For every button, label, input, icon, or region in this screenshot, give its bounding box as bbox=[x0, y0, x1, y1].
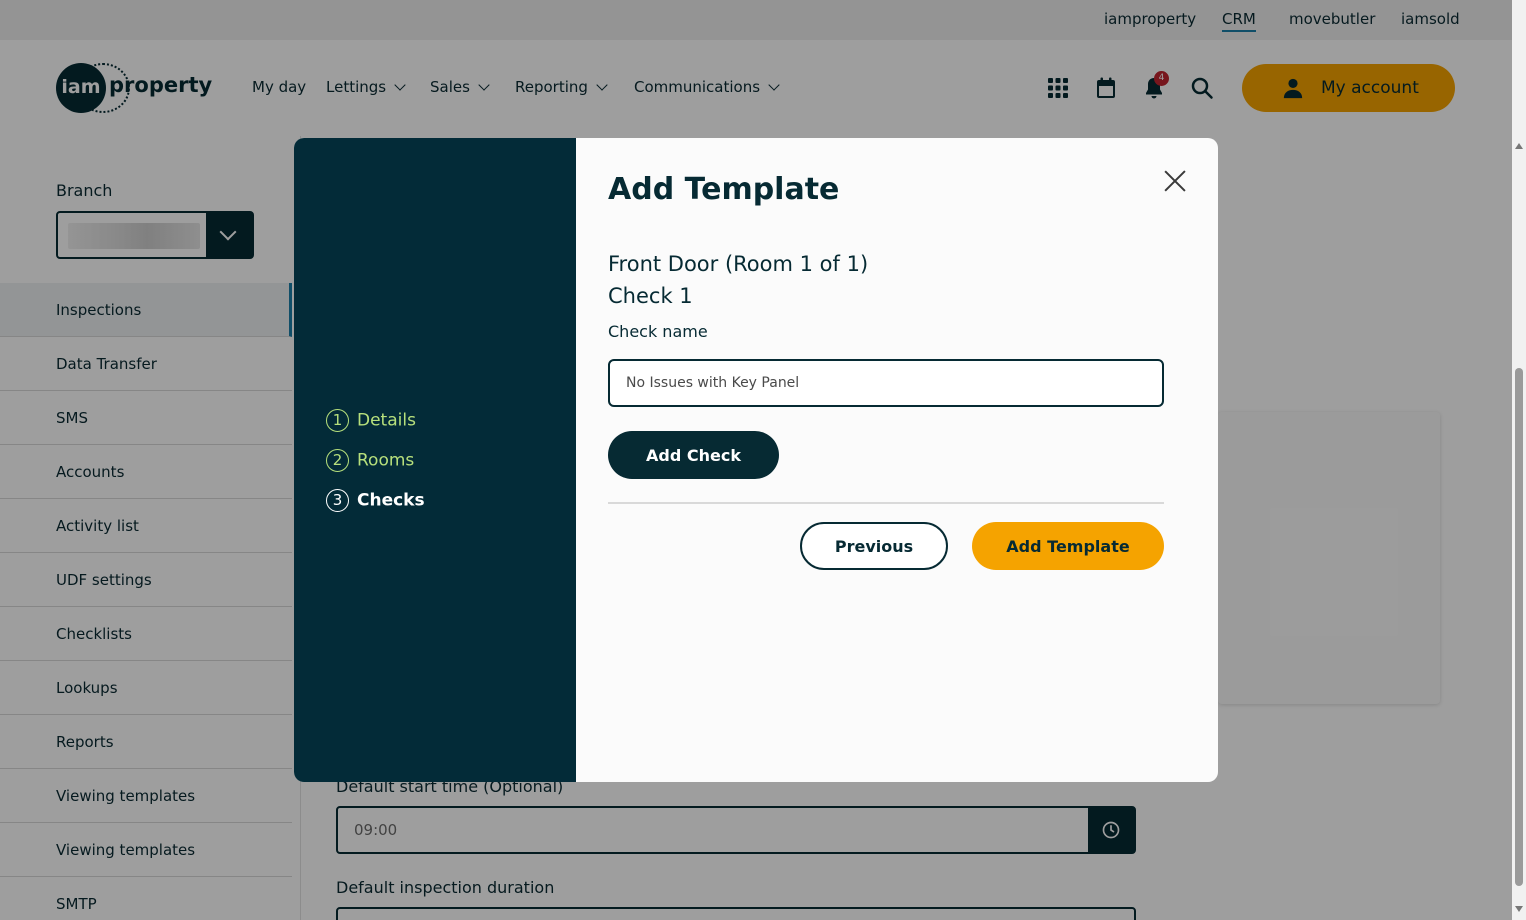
wizard-steps-panel: 1 Details 2 Rooms 3 Checks bbox=[294, 138, 576, 782]
step-details[interactable]: 1 Details bbox=[326, 409, 416, 433]
step-checks[interactable]: 3 Checks bbox=[326, 489, 425, 513]
scrollbar-thumb[interactable] bbox=[1515, 368, 1523, 886]
add-check-button[interactable]: Add Check bbox=[608, 431, 779, 479]
scroll-up-arrow-icon[interactable] bbox=[1515, 143, 1523, 149]
step-label: Rooms bbox=[357, 450, 415, 471]
check-heading: Check 1 bbox=[608, 284, 693, 308]
add-template-modal: 1 Details 2 Rooms 3 Checks Add Template Fro… bbox=[294, 138, 1218, 782]
step-label: Checks bbox=[357, 490, 425, 511]
page-scrollbar[interactable] bbox=[1512, 0, 1526, 920]
step-number: 2 bbox=[326, 449, 349, 472]
divider bbox=[608, 502, 1164, 504]
scroll-down-arrow-icon[interactable] bbox=[1515, 906, 1523, 912]
modal-title: Add Template bbox=[608, 172, 840, 207]
step-number: 1 bbox=[326, 409, 349, 432]
add-template-button[interactable]: Add Template bbox=[972, 522, 1164, 570]
previous-button[interactable]: Previous bbox=[800, 522, 948, 570]
check-name-input[interactable] bbox=[608, 359, 1164, 407]
step-number: 3 bbox=[326, 489, 349, 512]
room-heading: Front Door (Room 1 of 1) bbox=[608, 252, 869, 276]
modal-body: Add Template Front Door (Room 1 of 1) Ch… bbox=[576, 138, 1218, 782]
step-label: Details bbox=[357, 410, 416, 431]
step-rooms[interactable]: 2 Rooms bbox=[326, 449, 414, 473]
close-icon[interactable] bbox=[1160, 166, 1190, 196]
check-name-label: Check name bbox=[608, 322, 708, 341]
